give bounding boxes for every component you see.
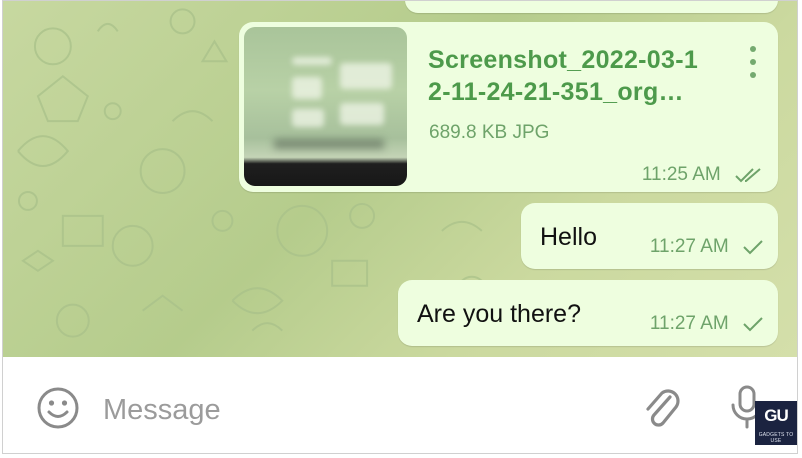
chat-area[interactable]: Screenshot_2022-03-1 2-11-24-21-351_org…… [3, 1, 797, 357]
message-bubble-are-you-there[interactable]: Are you there? 11:27 AM [398, 280, 778, 346]
file-name-line-1: Screenshot_2022-03-1 [428, 46, 699, 74]
watermark-logo: GU GADGETS TO USE [755, 401, 797, 445]
message-time: 11:27 AM [649, 236, 729, 257]
previous-message-bubble[interactable] [405, 1, 778, 13]
file-thumbnail[interactable] [244, 27, 407, 186]
message-meta: 11:25 AM [642, 164, 764, 186]
message-meta: 11:27 AM [650, 236, 764, 258]
file-name-line-2: 2-11-24-21-351_org… [428, 78, 684, 106]
double-check-icon [735, 168, 761, 183]
file-info: 689.8 KB JPG [429, 122, 550, 143]
file-message-bubble[interactable]: Screenshot_2022-03-1 2-11-24-21-351_org…… [239, 22, 778, 192]
message-bubble-hello[interactable]: Hello 11:27 AM [521, 203, 778, 269]
single-check-icon [743, 240, 763, 255]
paperclip-icon[interactable] [640, 385, 684, 433]
smile-icon[interactable] [36, 386, 80, 430]
watermark-text: GADGETS TO USE [758, 432, 794, 444]
chat-screen: Screenshot_2022-03-1 2-11-24-21-351_org…… [2, 0, 798, 454]
message-time: 11:25 AM [641, 164, 721, 185]
watermark-logo-mark: GU [764, 406, 789, 425]
single-check-icon [743, 317, 763, 332]
message-text: Hello [540, 223, 597, 251]
file-name[interactable]: Screenshot_2022-03-1 2-11-24-21-351_org… [428, 44, 728, 108]
message-time: 11:27 AM [649, 313, 729, 334]
message-text: Are you there? [417, 300, 581, 328]
message-meta: 11:27 AM [650, 313, 764, 335]
more-options-icon[interactable] [747, 46, 759, 78]
message-input[interactable] [103, 389, 603, 431]
